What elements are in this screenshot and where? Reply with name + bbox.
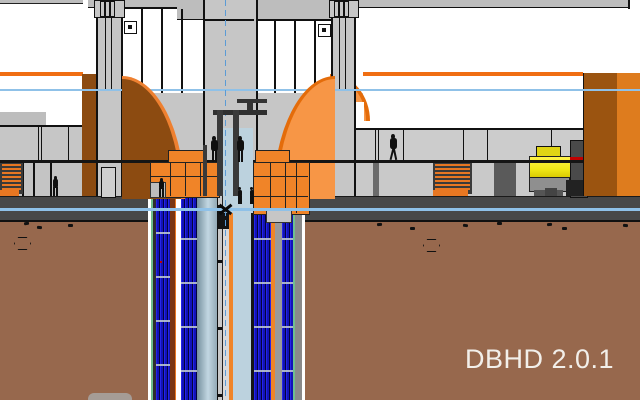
collar-seam	[270, 162, 271, 213]
wall-seam	[33, 163, 35, 196]
stair-tower-right-shaft-line	[339, 16, 346, 90]
pipe-bundle-inner-left	[181, 196, 197, 400]
wall-seam	[68, 127, 69, 160]
louver-base-left	[0, 190, 19, 196]
surface-mark	[623, 224, 628, 227]
watermark-title: DBHD 2.0.1	[465, 344, 614, 375]
collar-seam	[185, 162, 186, 196]
window-mullion	[294, 21, 296, 97]
stair-tower-door	[101, 167, 116, 198]
window-mullion	[141, 9, 143, 93]
window-mullion	[181, 9, 183, 93]
vehicle-notch	[545, 188, 557, 196]
blue-level-line-ground	[0, 208, 640, 211]
roof-band-far-left	[0, 0, 83, 4]
gantry-post-outer	[203, 145, 207, 196]
center-tower-beam-line	[203, 19, 254, 21]
roof-band-end-post	[628, 0, 630, 9]
walking-person-figure	[388, 134, 399, 160]
wall-pilaster	[494, 162, 516, 196]
orange-level-line-left	[0, 72, 83, 76]
pipe-bundle-outer-left	[156, 190, 170, 400]
shaft-edge-line-right	[302, 196, 305, 400]
surface-mark	[68, 224, 73, 227]
cap-fin	[110, 1, 115, 17]
louver-base-right	[433, 190, 468, 196]
wall-seam	[487, 130, 488, 162]
cap-fin	[344, 1, 349, 17]
ornament-square-inner	[322, 28, 326, 32]
window-mullion	[161, 9, 163, 93]
centerline-cross-marker	[217, 202, 234, 216]
person-figure	[209, 136, 220, 162]
wall-seam	[403, 130, 404, 162]
wall-seam	[41, 127, 42, 160]
collar-seam	[170, 162, 171, 196]
shaft-wall-gradient-column	[197, 196, 217, 400]
pipe-bundle-outer-right	[282, 196, 293, 400]
surface-mark	[37, 226, 42, 229]
red-detail-dot	[160, 261, 162, 263]
collar-joint-line	[253, 176, 308, 177]
dbhd-cross-section-drawing: DBHD 2.0.1	[0, 0, 640, 400]
person-figure	[51, 176, 60, 196]
collar-seam	[200, 162, 201, 196]
bottom-overlay-blob	[88, 393, 132, 400]
wall-seam	[375, 130, 376, 162]
wall-seam	[378, 130, 379, 162]
vertical-centerline	[225, 0, 227, 396]
person-figure	[236, 187, 244, 204]
shaft-gray-liner-right	[275, 196, 282, 400]
collar-joint-line	[150, 176, 218, 177]
wall-seam	[463, 130, 464, 162]
surface-mark	[547, 223, 552, 226]
collar-seam	[296, 162, 297, 213]
surface-mark	[562, 227, 567, 230]
window-mullion	[274, 21, 276, 97]
surface-mark	[410, 227, 415, 230]
person-figure	[157, 178, 166, 197]
cut-wall-column-right	[583, 73, 619, 196]
facade-strip-far-right	[617, 73, 640, 196]
wall-pilaster	[373, 162, 379, 196]
stair-tower-left-shaft-line	[105, 16, 112, 90]
orange-level-line-right	[363, 72, 583, 76]
wall-seam	[38, 127, 39, 160]
collar-seam	[285, 162, 286, 213]
pipe-bundle-inner-right	[254, 196, 271, 400]
surface-mark	[377, 223, 382, 226]
collar-gray-box-right	[266, 209, 292, 223]
ornament-square-inner	[128, 25, 132, 29]
surface-mark	[497, 222, 502, 225]
person-figure	[235, 136, 246, 162]
person-figure	[248, 187, 256, 204]
shaft-casing-right	[295, 196, 302, 400]
surface-mark	[463, 224, 468, 227]
shaft-water-column	[233, 196, 251, 400]
collar-joint-line	[253, 196, 308, 197]
